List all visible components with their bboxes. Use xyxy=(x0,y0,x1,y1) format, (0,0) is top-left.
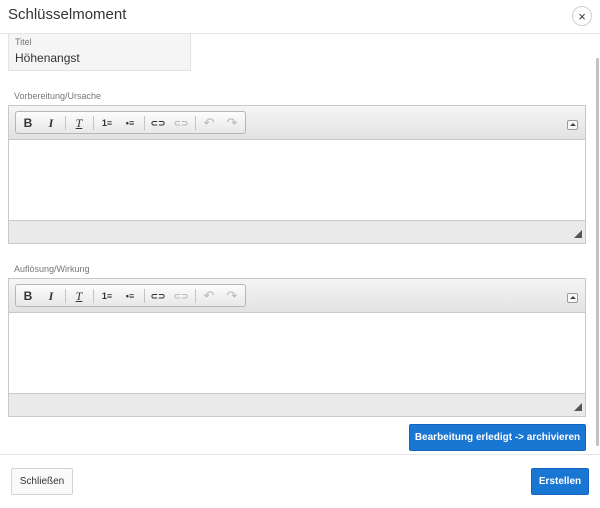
redo-icon[interactable]: ↷ xyxy=(222,287,242,305)
toolbar-separator xyxy=(65,116,66,130)
archive-button[interactable]: Bearbeitung erledigt -> archivieren xyxy=(409,424,586,451)
bold-icon[interactable]: B xyxy=(18,114,38,132)
link-icon[interactable]: ⊂⊃ xyxy=(148,114,168,132)
close-button[interactable]: Schließen xyxy=(11,468,73,495)
resize-handle-icon[interactable] xyxy=(574,230,582,238)
ordered-list-icon[interactable]: 1≡ xyxy=(97,114,117,132)
editor-status-bar xyxy=(9,393,585,416)
title-label: Titel xyxy=(15,37,32,47)
collapse-toolbar-icon[interactable] xyxy=(567,120,578,130)
title-field[interactable]: Titel Höhenangst xyxy=(8,34,191,71)
unlink-icon[interactable]: ⊂⊃ xyxy=(171,287,191,305)
ordered-list-icon[interactable]: 1≡ xyxy=(97,287,117,305)
italic-icon[interactable]: I xyxy=(41,114,61,132)
editor-content-area[interactable] xyxy=(9,140,585,220)
editor-toolbar: B I T 1≡ •≡ ⊂⊃ ⊂⊃ ↶ ↷ xyxy=(9,106,585,140)
editor-toolbar: B I T 1≡ •≡ ⊂⊃ ⊂⊃ ↶ ↷ xyxy=(9,279,585,313)
remove-format-icon[interactable]: T xyxy=(69,287,89,305)
italic-icon[interactable]: I xyxy=(41,287,61,305)
toolbar-separator xyxy=(93,116,94,130)
editor-content-area[interactable] xyxy=(9,313,585,393)
editor-label-resolution: Auflösung/Wirkung xyxy=(14,264,90,274)
bullet-list-icon[interactable]: •≡ xyxy=(120,287,140,305)
bullet-list-icon[interactable]: •≡ xyxy=(120,114,140,132)
scrollbar[interactable] xyxy=(596,58,599,446)
remove-format-icon[interactable]: T xyxy=(69,114,89,132)
toolbar-separator xyxy=(195,116,196,130)
bold-icon[interactable]: B xyxy=(18,287,38,305)
footer-divider xyxy=(0,454,600,455)
editor-status-bar xyxy=(9,220,585,243)
undo-icon[interactable]: ↶ xyxy=(199,287,219,305)
unlink-icon[interactable]: ⊂⊃ xyxy=(171,114,191,132)
modal-title: Schlüsselmoment xyxy=(8,6,127,23)
editor-label-preparation: Vorbereitung/Ursache xyxy=(14,91,102,101)
toolbar-separator xyxy=(93,289,94,303)
rich-text-editor-preparation: B I T 1≡ •≡ ⊂⊃ ⊂⊃ ↶ ↷ xyxy=(8,105,586,244)
toolbar-button-group: B I T 1≡ •≡ ⊂⊃ ⊂⊃ ↶ ↷ xyxy=(15,284,246,307)
collapse-toolbar-icon[interactable] xyxy=(567,293,578,303)
toolbar-separator xyxy=(195,289,196,303)
redo-icon[interactable]: ↷ xyxy=(222,114,242,132)
undo-icon[interactable]: ↶ xyxy=(199,114,219,132)
create-button[interactable]: Erstellen xyxy=(531,468,589,495)
close-icon[interactable]: × xyxy=(572,6,592,26)
rich-text-editor-resolution: B I T 1≡ •≡ ⊂⊃ ⊂⊃ ↶ ↷ xyxy=(8,278,586,417)
toolbar-button-group: B I T 1≡ •≡ ⊂⊃ ⊂⊃ ↶ ↷ xyxy=(15,111,246,134)
title-value[interactable]: Höhenangst xyxy=(15,51,80,65)
toolbar-separator xyxy=(65,289,66,303)
toolbar-separator xyxy=(144,116,145,130)
resize-handle-icon[interactable] xyxy=(574,403,582,411)
toolbar-separator xyxy=(144,289,145,303)
modal-header: Schlüsselmoment × xyxy=(0,0,600,34)
link-icon[interactable]: ⊂⊃ xyxy=(148,287,168,305)
